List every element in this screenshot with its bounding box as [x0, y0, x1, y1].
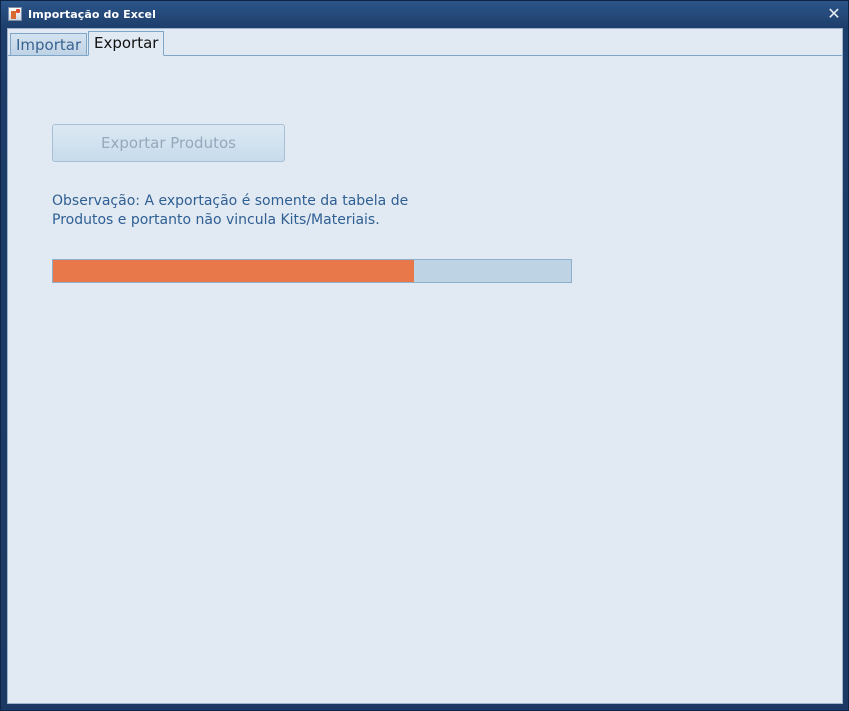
excel-app-icon: [8, 7, 22, 21]
export-note: Observação: A exportação é somente da ta…: [52, 192, 432, 230]
tab-exportar[interactable]: Exportar: [88, 31, 165, 56]
tab-strip: Importar Exportar: [8, 29, 842, 56]
note-line-1: Observação: A exportação é somente da ta…: [52, 193, 409, 209]
export-products-button[interactable]: Exportar Produtos: [52, 124, 285, 162]
tab-importar[interactable]: Importar: [10, 33, 88, 55]
title-bar[interactable]: Importação do Excel ✕: [1, 1, 848, 28]
tab-panel: Importar Exportar Exportar Produtos Obse…: [7, 28, 843, 704]
progress-fill: [53, 260, 414, 282]
window-title: Importação do Excel: [28, 8, 156, 21]
export-progress-bar: [52, 259, 572, 283]
app-window: Importação do Excel ✕ Importar Exportar …: [0, 0, 849, 711]
note-line-2: Produtos e portanto não vincula Kits/Mat…: [52, 212, 380, 228]
close-icon[interactable]: ✕: [826, 5, 842, 23]
